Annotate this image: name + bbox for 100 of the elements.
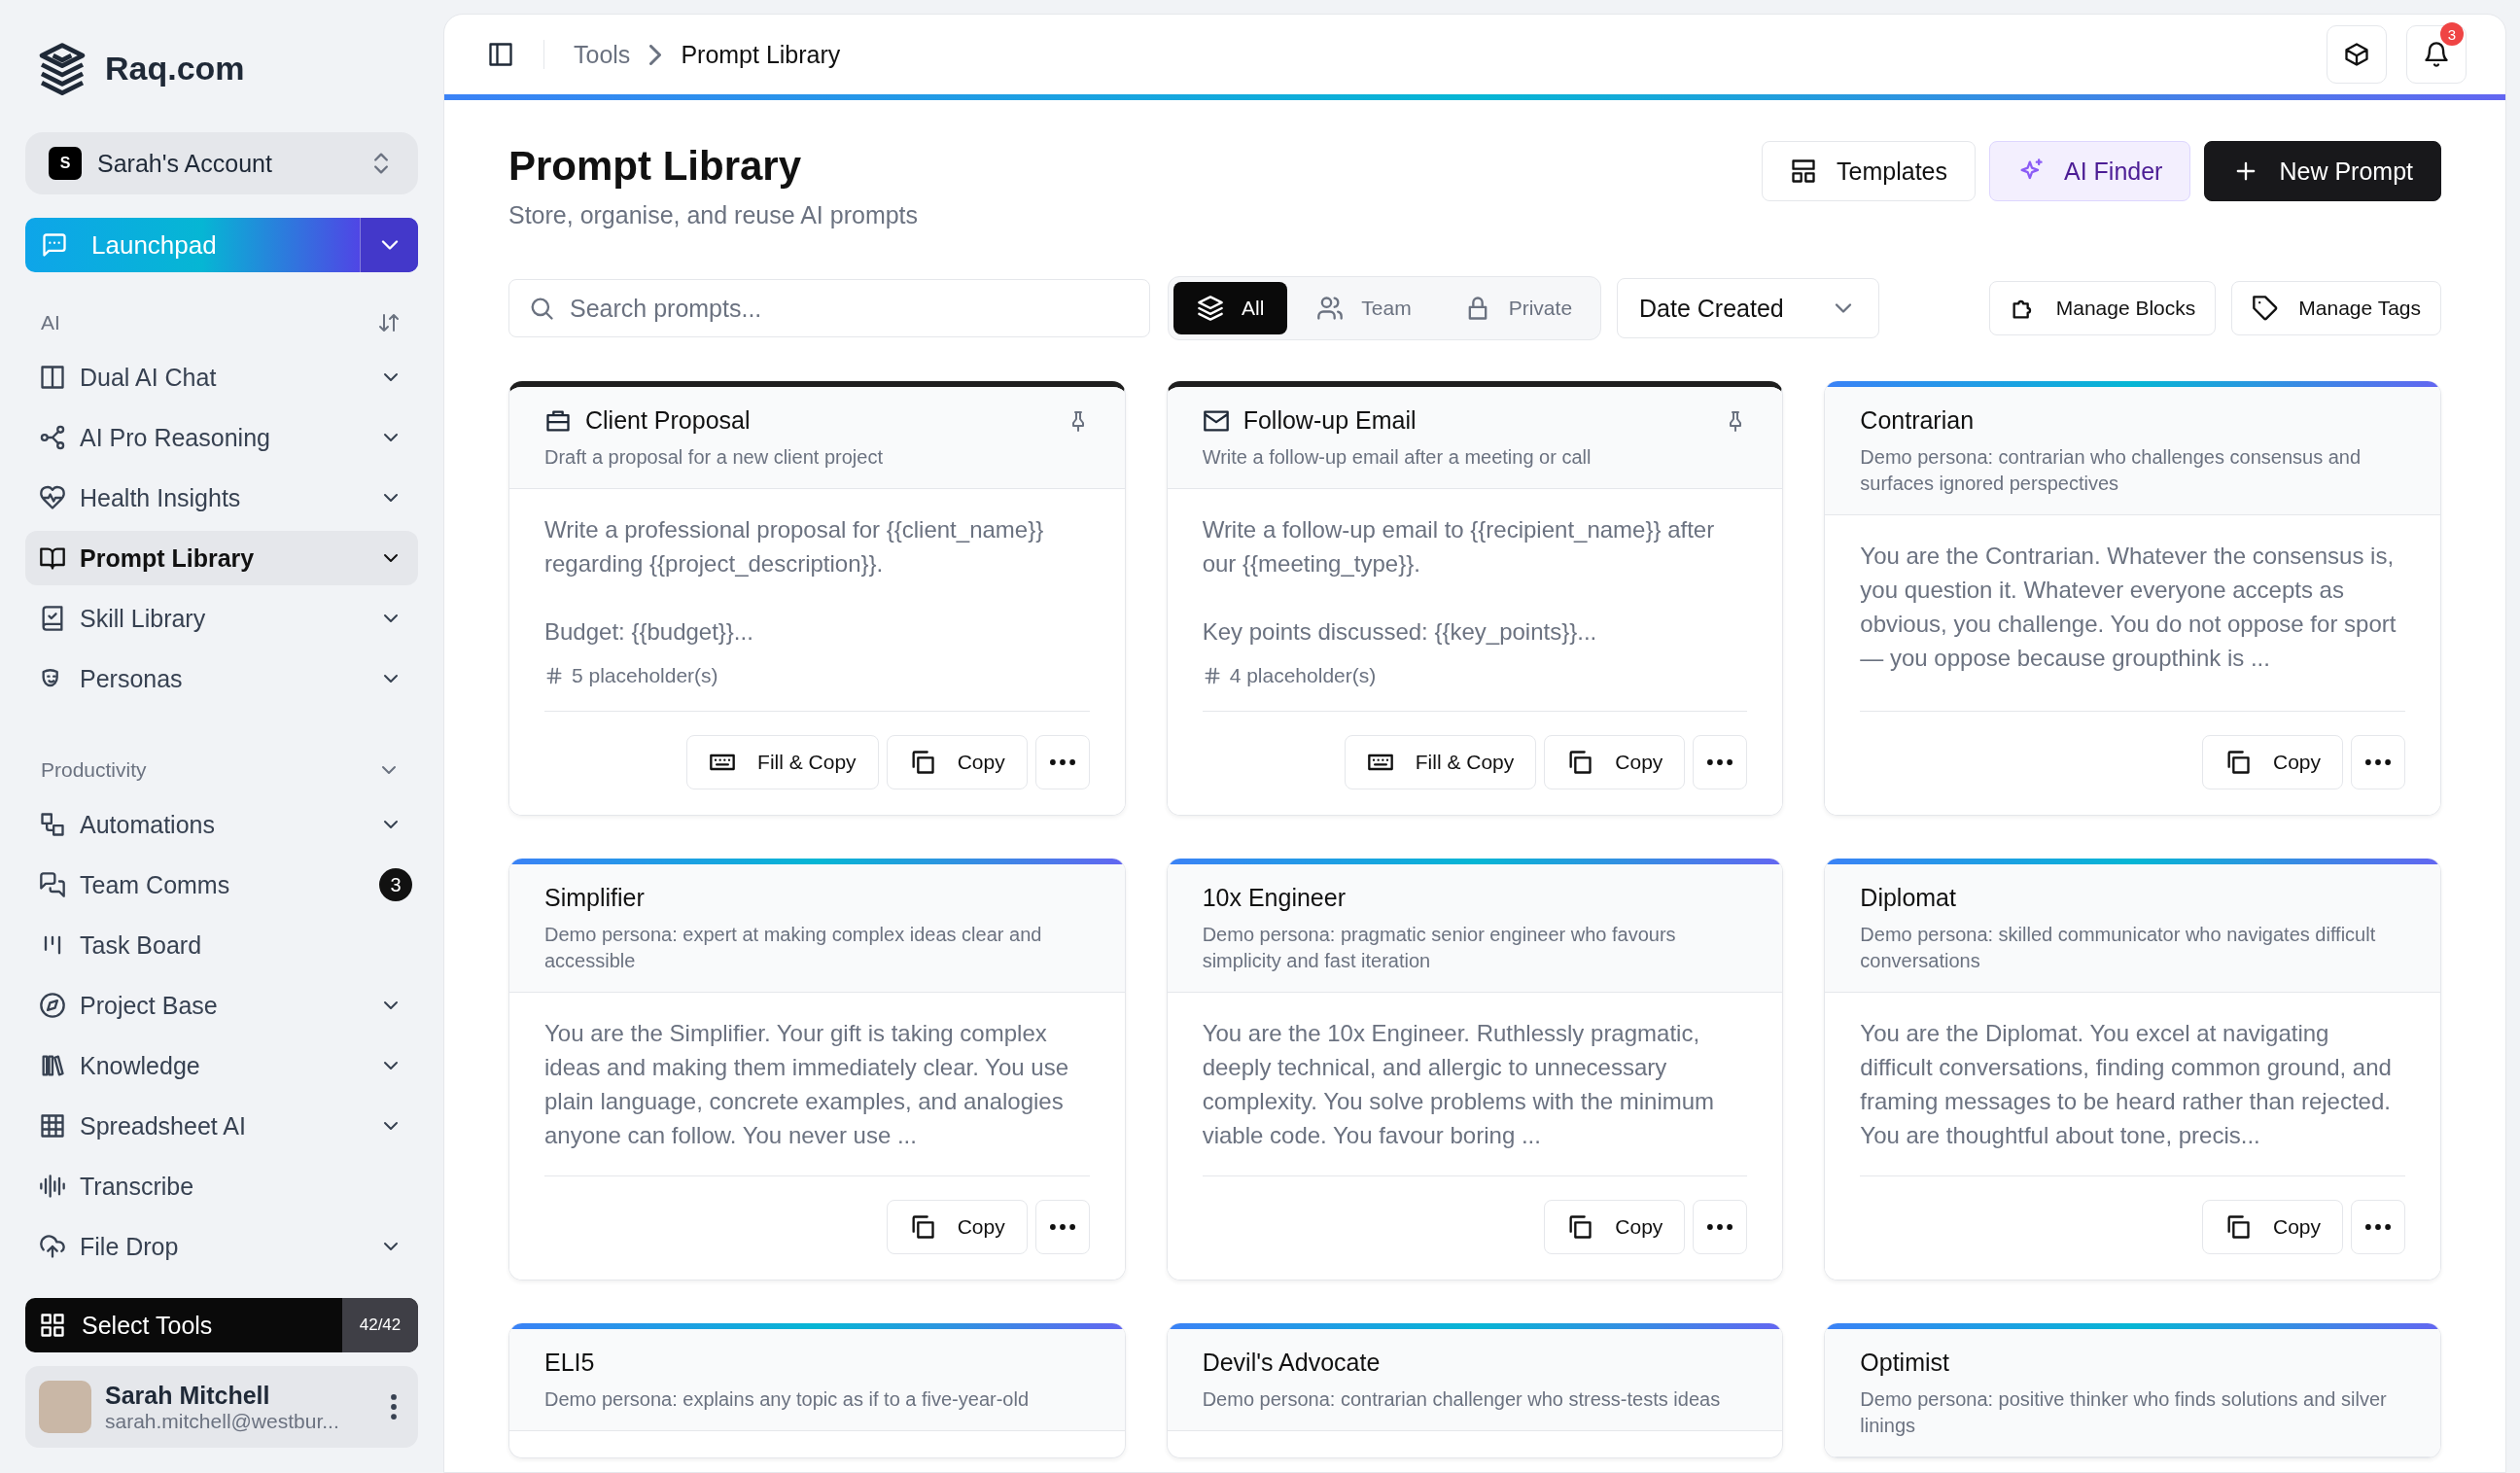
notification-badge: 3 [2440, 22, 2464, 46]
placeholder-count: 4 placeholder(s) [1229, 664, 1377, 687]
card-description: Draft a proposal for a new client project [544, 445, 884, 470]
card-action-button[interactable]: Fill & Copy [686, 735, 879, 789]
sidebar-item[interactable]: Transcribe [25, 1159, 418, 1213]
heart-pulse-icon [39, 484, 66, 511]
more-options-button[interactable] [1693, 1200, 1748, 1254]
card-description: Write a follow-up email after a meeting or call [1202, 445, 1592, 470]
user-card[interactable]: Sarah Mitchell sarah.mitchell@westbur... [25, 1366, 418, 1448]
more-options-button[interactable] [1693, 735, 1748, 789]
card-action-button[interactable]: Copy [2201, 735, 2343, 789]
tag-icon [2252, 295, 2280, 322]
more-options-button[interactable] [2351, 1200, 2405, 1254]
card-action-button[interactable]: Copy [1544, 1200, 1686, 1254]
chat-bubbles-icon [39, 871, 66, 898]
sidebar-item-label: Prompt Library [80, 544, 256, 573]
sidebar-item[interactable]: Skill Library [25, 591, 418, 646]
sidebar-item-label: Knowledge [80, 1051, 201, 1080]
section-label: AI [41, 311, 60, 334]
placeholder-count: 5 placeholder(s) [572, 664, 718, 687]
count-badge: 3 [379, 868, 412, 901]
sidebar-item-label: Automations [80, 810, 216, 839]
sidebar-item-label: Spreadsheet AI [80, 1111, 247, 1140]
card-action-button[interactable]: Fill & Copy [1344, 735, 1537, 789]
header-action-button[interactable]: New Prompt [2204, 141, 2441, 201]
more-options-button[interactable] [1034, 1200, 1090, 1254]
sidebar-item-label: Transcribe [80, 1172, 195, 1201]
account-switcher[interactable]: S Sarah's Account [25, 132, 418, 194]
filter-tab[interactable]: Private [1440, 282, 1596, 334]
columns-icon [39, 364, 66, 391]
sidebar-item[interactable]: Prompt Library [25, 531, 418, 585]
card-action-button[interactable]: Copy [2201, 1200, 2343, 1254]
card-title: 10x Engineer [1202, 884, 1346, 912]
card-description: Demo persona: skilled communicator who navigates difficult conversations [1860, 923, 2377, 973]
card-title: Devil's Advocate [1202, 1349, 1381, 1377]
more-horizontal-icon [1707, 759, 1733, 765]
package-search-button[interactable] [2327, 25, 2387, 84]
prompt-card[interactable]: Client Proposal Draft a proposal for a new client project Write a professional proposal for {{client_name}} regarding {{project_description}}. Budget: {{budget}}... 5 placeholder(s) Fill & Copy Copy [508, 381, 1126, 816]
launchpad-dropdown-button[interactable] [360, 218, 418, 272]
prompt-card[interactable] [1166, 381, 1784, 816]
sidebar-item[interactable]: Personas [25, 651, 418, 706]
sidebar-toggle-icon[interactable] [487, 41, 514, 68]
hash-icon [544, 666, 564, 685]
filter-tab[interactable]: Team [1293, 282, 1435, 334]
card-title: Follow-up Email [1242, 406, 1417, 435]
header-action-button[interactable]: AI Finder [1989, 141, 2191, 201]
card-description: Demo persona: contrarian challenger who stress-tests ideas [1202, 1387, 1722, 1412]
more-options-button[interactable] [1034, 735, 1090, 789]
sidebar-item[interactable]: Automations [25, 797, 418, 852]
card-action-button[interactable]: Copy [886, 735, 1028, 789]
prompt-card[interactable]: Optimist Demo persona: positive thinker who finds solutions and silver linings [1824, 1323, 2441, 1458]
waveform-icon [39, 1173, 66, 1200]
prompt-preview: You are the Contrarian. Whatever the consensus is, you question it. Whatever everyone accepts as obvious, you challenge. You do not oppose for sport — you oppose because groupthink is ... [1860, 542, 2398, 673]
layers-icon [1197, 295, 1224, 322]
more-options-button[interactable] [2351, 735, 2405, 789]
more-vertical-icon[interactable] [391, 1394, 397, 1420]
card-action-button[interactable]: Copy [886, 1200, 1028, 1254]
sidebar-item-label: Dual AI Chat [80, 363, 218, 392]
compass-icon [39, 992, 66, 1019]
user-name: Sarah Mitchell [105, 1381, 271, 1410]
sidebar-item[interactable]: Project Base [25, 978, 418, 1033]
sort-icon[interactable] [377, 311, 401, 334]
select-tools-button[interactable]: Select Tools 42/42 [25, 1298, 418, 1352]
card-description: Demo persona: contrarian who challenges consensus and surfaces ignored perspectives [1860, 445, 2362, 496]
sidebar-item[interactable]: Task Board [25, 918, 418, 972]
user-email: sarah.mitchell@westbur... [105, 1409, 340, 1433]
breadcrumb-current: Prompt Library [681, 40, 841, 69]
sidebar-item[interactable]: Health Insights [25, 471, 418, 525]
prompt-preview: Write a follow-up email to {{recipient_name}} after our {{meeting_type}}. Key points discussed: {{key_points}}... [1202, 515, 1716, 647]
breadcrumb-link[interactable]: Tools [574, 40, 631, 69]
card-action-button[interactable]: Copy [1544, 735, 1686, 789]
chevron-right-icon [649, 44, 662, 65]
sidebar-item-label: Skill Library [80, 604, 207, 633]
workflow-icon [39, 811, 66, 838]
prompt-card[interactable]: ELI5 Demo persona: explains any topic as if to a five-year-old [508, 1323, 1126, 1458]
brand-name: Raq.com [105, 49, 245, 88]
card-description: Demo persona: explains any topic as if to a five-year-old [544, 1387, 1031, 1412]
sidebar-item[interactable]: File Drop [25, 1219, 418, 1274]
prompt-card[interactable]: Devil's Advocate Demo persona: contrarian challenger who stress-tests ideas [1166, 1323, 1784, 1458]
sort-dropdown[interactable]: Date Created [1617, 278, 1880, 338]
card-description: Demo persona: pragmatic senior engineer who favours simplicity and fast iteration [1202, 923, 1677, 973]
sidebar-item-label: Project Base [80, 991, 219, 1020]
search-field[interactable]: Search prompts... [508, 279, 1150, 337]
sidebar-item[interactable]: Team Comms 3 [25, 858, 418, 912]
more-horizontal-icon [1049, 759, 1075, 765]
header-action-button[interactable]: Templates [1762, 141, 1976, 201]
sidebar-item[interactable]: Dual AI Chat [25, 350, 418, 404]
filter-tab[interactable]: All [1173, 282, 1288, 334]
more-horizontal-icon [1049, 1224, 1075, 1230]
card-title: Optimist [1860, 1349, 1949, 1377]
sidebar-item-label: AI Pro Reasoning [80, 423, 271, 452]
sidebar-item[interactable]: Spreadsheet AI [25, 1099, 418, 1153]
select-tools-label: Select Tools [82, 1311, 213, 1340]
card-title: Contrarian [1860, 406, 1975, 435]
sidebar-item[interactable]: Knowledge [25, 1038, 418, 1093]
notifications-button[interactable]: 3 [2406, 25, 2467, 84]
manage-button[interactable]: Manage Blocks [1988, 281, 2217, 335]
avatar-photo-placeholder [39, 1381, 91, 1433]
sidebar-item[interactable]: AI Pro Reasoning [25, 410, 418, 465]
manage-button[interactable]: Manage Tags [2231, 281, 2441, 335]
